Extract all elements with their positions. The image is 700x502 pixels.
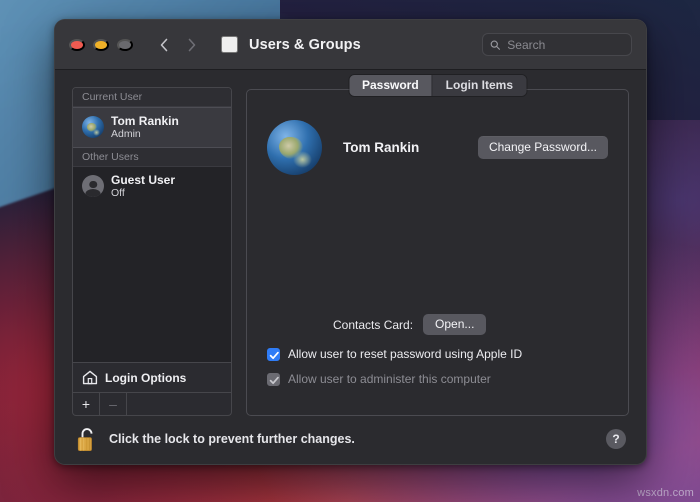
- reset-password-apple-id-row[interactable]: Allow user to reset password using Apple…: [267, 347, 608, 361]
- administer-computer-checkbox-label: Allow user to administer this computer: [288, 372, 491, 386]
- tab-bar: Password Login Items: [348, 75, 527, 96]
- user-name: Tom Rankin: [111, 114, 179, 128]
- administer-computer-checkbox: [267, 372, 280, 386]
- earth-avatar-icon: [82, 116, 104, 139]
- user-status: Admin: [111, 128, 141, 141]
- sidebar-item-guest-user[interactable]: Guest User Off: [73, 167, 231, 206]
- tab-password[interactable]: Password: [348, 75, 432, 96]
- checkmark-icon: [269, 351, 279, 359]
- open-contacts-card-button[interactable]: Open...: [423, 314, 487, 335]
- desktop-background: wsxdn.com Users & Groups Search Current …: [0, 0, 700, 502]
- account-options: Contacts Card: Open... Allow user to res…: [267, 314, 608, 397]
- home-icon: [82, 370, 98, 385]
- unlocked-padlock-icon[interactable]: [77, 427, 97, 452]
- user-text-block: Tom Rankin Admin: [111, 114, 179, 141]
- search-icon: [490, 40, 500, 50]
- login-options-button[interactable]: Login Options: [72, 363, 232, 393]
- sidebar-footer-toolbar: + –: [72, 393, 232, 416]
- password-panel: Tom Rankin Change Password... Contacts C…: [246, 89, 629, 416]
- login-options-label: Login Options: [105, 370, 187, 385]
- account-earth-avatar[interactable]: [267, 120, 322, 175]
- user-status: Off: [111, 186, 125, 199]
- chevron-right-icon: [188, 38, 196, 51]
- search-field[interactable]: [482, 33, 632, 56]
- lock-hint-text: Click the lock to prevent further change…: [109, 432, 355, 446]
- user-list: Current User Tom Rankin Admin Other User…: [72, 87, 232, 363]
- watermark: wsxdn.com: [637, 487, 694, 499]
- remove-user-button[interactable]: –: [100, 393, 127, 415]
- main-panel: Password Login Items Tom Rankin Change P…: [246, 75, 629, 416]
- show-all-grid-icon[interactable]: [221, 36, 238, 53]
- users-sidebar: Current User Tom Rankin Admin Other User…: [72, 87, 232, 416]
- search-input[interactable]: [505, 36, 624, 53]
- account-header: Tom Rankin Change Password...: [267, 120, 608, 175]
- add-user-button[interactable]: +: [73, 393, 100, 415]
- contacts-card-row: Contacts Card: Open...: [267, 314, 608, 335]
- traffic-light-group: [69, 38, 133, 51]
- help-button[interactable]: ?: [606, 429, 626, 449]
- sidebar-item-tom-rankin[interactable]: Tom Rankin Admin: [73, 107, 231, 148]
- group-header-current-user: Current User: [73, 88, 231, 107]
- group-header-other-users: Other Users: [73, 147, 231, 167]
- navigation-arrows: [153, 32, 203, 58]
- window-body: Current User Tom Rankin Admin Other User…: [55, 70, 646, 416]
- administer-computer-row: Allow user to administer this computer: [267, 372, 608, 386]
- back-button[interactable]: [153, 32, 175, 58]
- zoom-window-button[interactable]: [117, 38, 133, 51]
- checkmark-icon: [269, 376, 279, 384]
- window-footer: Click the lock to prevent further change…: [55, 414, 646, 464]
- contacts-card-label: Contacts Card:: [333, 317, 414, 332]
- page-title: Users & Groups: [249, 36, 361, 53]
- forward-button[interactable]: [181, 32, 203, 58]
- chevron-left-icon: [160, 38, 168, 51]
- person-avatar-icon: [82, 174, 104, 197]
- window-titlebar: Users & Groups: [55, 20, 646, 70]
- close-window-button[interactable]: [69, 38, 85, 51]
- reset-password-checkbox[interactable]: [267, 347, 280, 361]
- user-name: Guest User: [111, 172, 176, 187]
- change-password-button[interactable]: Change Password...: [477, 136, 608, 159]
- account-full-name: Tom Rankin: [343, 140, 420, 155]
- minimize-window-button[interactable]: [93, 38, 109, 51]
- users-and-groups-window: Users & Groups Current User Tom R: [54, 19, 647, 465]
- tab-login-items[interactable]: Login Items: [431, 75, 527, 96]
- reset-password-checkbox-label: Allow user to reset password using Apple…: [288, 347, 523, 361]
- user-text-block: Guest User Off: [111, 173, 175, 200]
